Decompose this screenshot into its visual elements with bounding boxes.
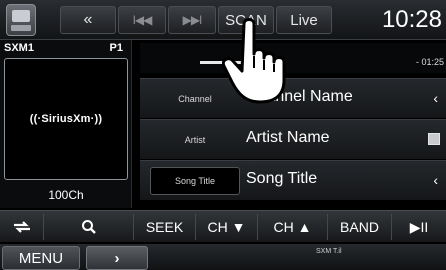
expand-button[interactable]: › [86,246,148,270]
clock: 10:28 [381,6,442,33]
play-pause-icon: ▶II [409,218,429,235]
channel-info-panel: SXM1 P1 ((·SiriusXm·)) 100Ch [0,40,132,208]
repeat-icon [13,221,30,233]
info-row-song: Song Title Song Title ‹ [140,160,446,200]
channel-number: 100Ch [48,188,84,202]
artist-label-button[interactable]: Artist [150,126,240,154]
repeat-button[interactable] [0,214,44,240]
band-label: SXM1 [4,42,34,54]
signal-status: SXM T.il [316,248,342,255]
seek-label: SEEK [145,219,184,235]
seek-button[interactable]: SEEK [134,214,196,240]
info-row-artist: Artist Artist Name [140,119,446,159]
channel-logo: ((·SiriusXm·)) [4,58,128,180]
menu-bar: MENU › SXM T.il [0,244,446,270]
channel-up-label: CH ▲ [273,219,312,235]
rewind-button[interactable]: « [60,6,116,34]
skip-forward-icon: ▶▶I [182,13,203,27]
info-label-text: Channel [178,94,212,104]
chevron-left-icon[interactable]: ‹ [433,172,438,188]
song-title: Song Title [246,170,318,187]
song-title-label-button[interactable]: Song Title [150,167,240,195]
menu-label: MENU [18,249,64,267]
channel-down-button[interactable]: CH ▼ [196,214,258,240]
next-track-button[interactable]: ▶▶I [168,6,216,34]
search-icon [81,220,96,234]
tag-icon[interactable] [428,133,440,145]
siriusxm-logo: ((·SiriusXm·)) [29,113,103,125]
previous-track-button[interactable]: I◀◀ [118,6,166,34]
skip-back-icon: I◀◀ [132,13,153,27]
band-button[interactable]: BAND [328,214,392,240]
artist-name: Artist Name [246,129,330,146]
channel-down-label: CH ▼ [207,219,246,235]
menu-button[interactable]: MENU [2,246,80,270]
rewind-icon: « [83,11,93,28]
source-home-icon[interactable] [6,4,36,36]
preset-label: P1 [109,42,123,54]
channel-up-button[interactable]: CH ▲ [258,214,328,240]
pointing-hand-icon [222,18,286,104]
chevron-right-icon: › [114,249,120,267]
info-label-text: Song Title [174,176,216,186]
chevron-left-icon[interactable]: ‹ [433,90,438,106]
search-button[interactable] [44,214,134,240]
info-label-text: Artist [184,135,206,145]
control-bar: SEEK CH ▼ CH ▲ BAND ▶II [0,210,446,242]
remaining-time: - 01:25 [415,57,444,67]
band-button-label: BAND [340,219,379,235]
play-pause-button[interactable]: ▶II [392,214,446,240]
